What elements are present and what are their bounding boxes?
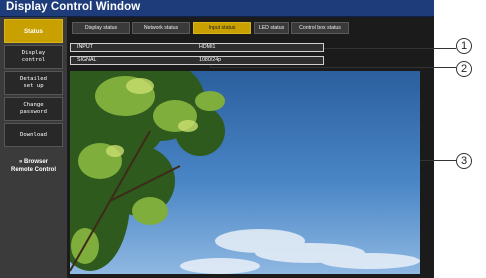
sidebar-item-label: Display control bbox=[21, 50, 46, 63]
tab-label: Input status bbox=[208, 25, 236, 31]
sidebar-item-display-control[interactable]: Display control bbox=[4, 45, 63, 69]
callout-2: 2 bbox=[456, 61, 472, 77]
tab-display-status[interactable]: Display status bbox=[72, 22, 130, 34]
browser-remote-control-link[interactable]: » Browser Remote Control bbox=[0, 158, 67, 174]
sidebar-item-label: Detailed set up bbox=[20, 76, 47, 89]
tab-control-box-status[interactable]: Control box status bbox=[291, 22, 349, 34]
tab-label: LED status bbox=[258, 25, 285, 31]
tab-label: Network status bbox=[143, 25, 179, 31]
tab-input-status[interactable]: Input status bbox=[193, 22, 251, 34]
tab-label: Control box status bbox=[299, 25, 341, 31]
sidebar-item-label: Change password bbox=[20, 102, 47, 115]
browser-link-line2: Remote Control bbox=[11, 167, 56, 173]
sidebar-item-change-password[interactable]: Change password bbox=[4, 97, 63, 121]
tab-led-status[interactable]: LED status bbox=[254, 22, 289, 34]
sidebar-item-label: Download bbox=[20, 131, 47, 138]
sidebar-item-download[interactable]: Download bbox=[4, 123, 63, 147]
window-title: Display Control Window bbox=[6, 1, 141, 13]
browser-link-line1: » Browser bbox=[18, 159, 48, 165]
callout-3-line bbox=[420, 160, 456, 161]
callout-number: 2 bbox=[460, 63, 468, 75]
signal-value: 1080/24p bbox=[199, 57, 222, 63]
callout-1: 1 bbox=[456, 38, 472, 54]
sidebar-item-label: Status bbox=[24, 27, 43, 35]
input-label: INPUT bbox=[77, 44, 93, 50]
window-titlebar: Display Control Window bbox=[0, 0, 434, 17]
callout-number: 1 bbox=[460, 40, 468, 52]
callout-3: 3 bbox=[456, 153, 472, 169]
input-value: HDMI1 bbox=[199, 44, 216, 50]
callout-2-line bbox=[210, 67, 456, 68]
input-preview-image bbox=[70, 71, 420, 274]
tab-network-status[interactable]: Network status bbox=[132, 22, 190, 34]
signal-status-row: SIGNAL 1080/24p bbox=[70, 56, 324, 65]
input-status-row: INPUT HDMI1 bbox=[70, 43, 324, 52]
sidebar-item-detailed-setup[interactable]: Detailed set up bbox=[4, 71, 63, 95]
tab-label: Display status bbox=[84, 25, 118, 31]
callout-number: 3 bbox=[460, 155, 468, 167]
signal-label: SIGNAL bbox=[77, 57, 97, 63]
sidebar-item-status[interactable]: Status bbox=[4, 19, 63, 43]
callout-1-line bbox=[324, 48, 456, 49]
